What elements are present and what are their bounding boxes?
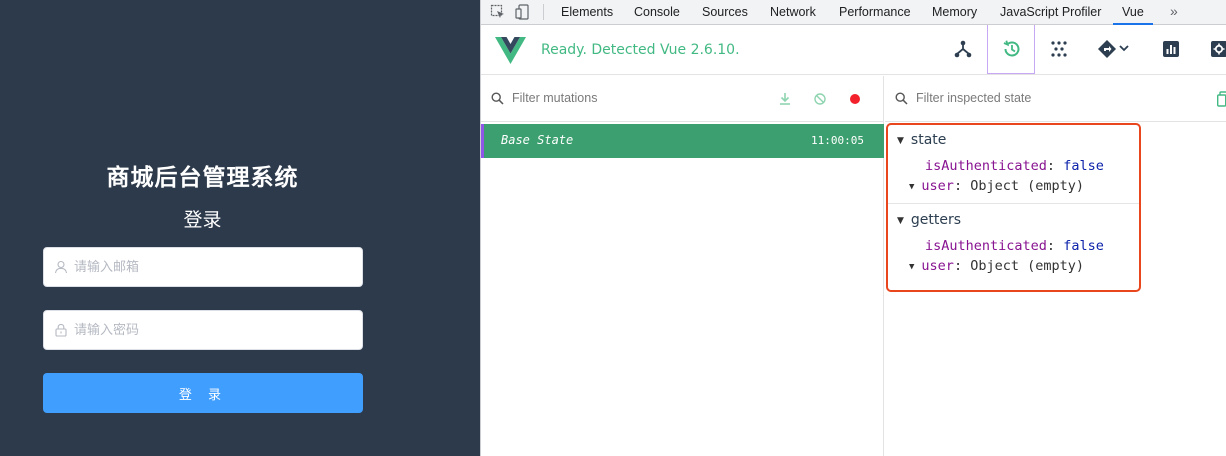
email-field[interactable] xyxy=(43,247,363,287)
record-icon[interactable] xyxy=(850,94,860,104)
routing-icon xyxy=(1098,40,1129,58)
vue-status-text: Ready. Detected Vue 2.6.10. xyxy=(541,42,740,58)
password-field[interactable] xyxy=(43,310,363,350)
mutation-entry-base-state[interactable]: Base State 11:00:05 xyxy=(481,124,884,158)
filter-state-input[interactable] xyxy=(916,91,1166,105)
tab-performance[interactable]: Performance xyxy=(839,0,911,25)
filter-mutations-input[interactable] xyxy=(512,91,762,105)
password-input[interactable] xyxy=(74,311,354,349)
highlight-box xyxy=(886,123,1141,292)
search-icon xyxy=(895,92,908,105)
vuex-history-tab[interactable] xyxy=(987,25,1035,74)
vue-toolbar: Ready. Detected Vue 2.6.10. xyxy=(481,25,1226,75)
search-icon xyxy=(491,92,504,105)
performance-icon xyxy=(1163,41,1179,57)
routing-tab[interactable] xyxy=(1083,25,1141,74)
settings-tab[interactable] xyxy=(1195,25,1226,74)
devtools-panel: Elements Console Sources Network Perform… xyxy=(480,0,1226,456)
tab-network[interactable]: Network xyxy=(770,0,816,25)
download-icon[interactable] xyxy=(777,91,793,107)
toolbar-divider xyxy=(543,4,544,20)
events-tab[interactable] xyxy=(1035,25,1083,74)
tab-sources[interactable]: Sources xyxy=(702,0,748,25)
tab-vue[interactable]: Vue xyxy=(1113,0,1153,25)
tab-memory[interactable]: Memory xyxy=(932,0,977,25)
email-input[interactable] xyxy=(74,248,354,286)
state-filter xyxy=(885,76,1226,122)
mutation-name: Base State xyxy=(501,133,574,147)
inspect-element-icon[interactable] xyxy=(490,4,506,20)
lock-icon xyxy=(55,323,67,337)
copy-icon[interactable] xyxy=(1217,91,1226,107)
history-icon xyxy=(1003,40,1020,57)
vue-logo-icon xyxy=(495,37,526,64)
settings-icon xyxy=(1211,41,1226,57)
components-icon xyxy=(954,40,972,58)
clear-icon[interactable] xyxy=(812,91,828,107)
mutations-filter xyxy=(481,76,883,122)
login-subtitle: 登录 xyxy=(183,209,222,231)
screen: 商城后台管理系统 登录 登 录 xyxy=(0,0,1226,456)
device-toolbar-icon[interactable] xyxy=(515,4,531,20)
login-title: 商城后台管理系统 xyxy=(106,165,299,191)
mutations-pane: Base State 11:00:05 xyxy=(481,76,884,456)
events-icon xyxy=(1051,41,1067,57)
login-button[interactable]: 登 录 xyxy=(43,373,363,413)
components-tab[interactable] xyxy=(939,25,987,74)
user-icon xyxy=(54,260,68,274)
devtools-tabbar: Elements Console Sources Network Perform… xyxy=(481,0,1226,25)
performance-tab[interactable] xyxy=(1147,25,1195,74)
more-tabs-icon[interactable]: » xyxy=(1170,0,1178,25)
tab-elements[interactable]: Elements xyxy=(561,0,613,25)
mutation-time: 11:00:05 xyxy=(811,134,864,147)
tab-javascript-profiler[interactable]: JavaScript Profiler xyxy=(1000,0,1101,25)
login-page: 商城后台管理系统 登录 登 录 xyxy=(0,0,480,456)
tab-console[interactable]: Console xyxy=(634,0,680,25)
